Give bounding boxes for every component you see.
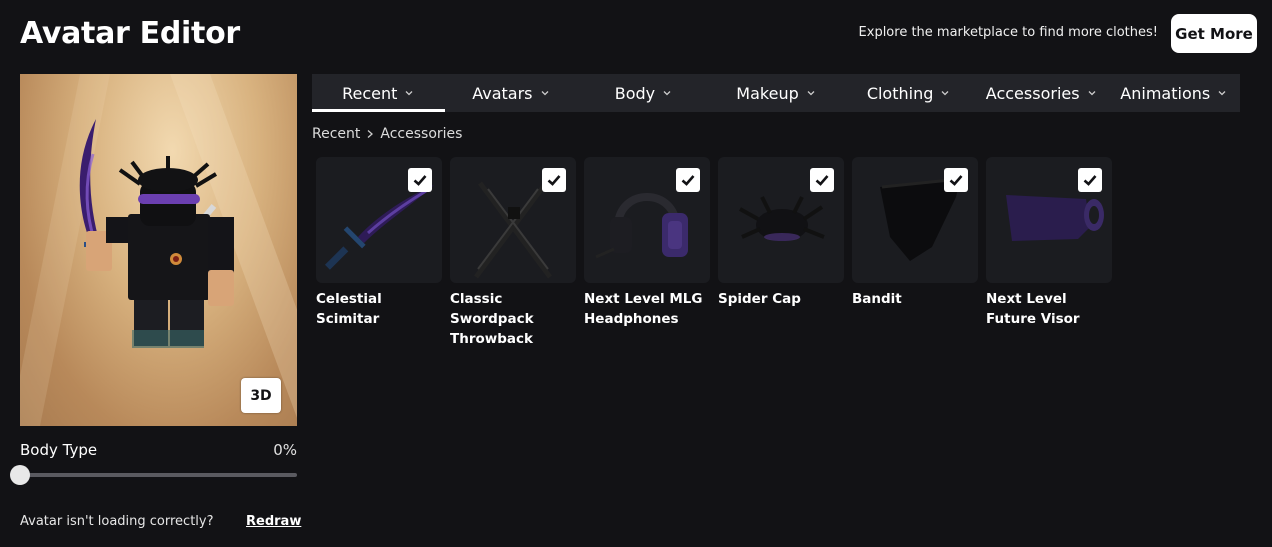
body-type-value: 0% (273, 441, 297, 459)
item-name: Celestial Scimitar (316, 291, 382, 327)
checkmark-icon (413, 175, 427, 186)
item-thumbnail[interactable] (316, 157, 442, 283)
tab-label: Makeup (736, 83, 799, 103)
get-more-button[interactable]: Get More (1171, 14, 1257, 53)
tab-body[interactable]: Body (577, 74, 710, 112)
breadcrumb-accessories: Accessories (380, 126, 463, 142)
body-type-slider-track[interactable] (20, 473, 297, 477)
loading-question: Avatar isn't loading correctly? (20, 514, 214, 529)
breadcrumb: Recent Accessories (312, 126, 462, 142)
tab-label: Animations (1120, 83, 1211, 103)
view-3d-button[interactable]: 3D (241, 378, 281, 413)
checkbox-checked[interactable] (408, 168, 432, 192)
chevron-down-icon (663, 91, 671, 96)
item-thumbnail[interactable] (450, 157, 576, 283)
item-name: Next Level Future Visor (986, 291, 1080, 327)
breadcrumb-recent[interactable]: Recent (312, 126, 360, 142)
avatar-preview (20, 74, 297, 426)
item-thumbnail[interactable] (852, 157, 978, 283)
chevron-down-icon (405, 91, 413, 96)
tab-label: Accessories (985, 83, 1080, 103)
item-card[interactable]: Next Level Future Visor (986, 157, 1114, 329)
chevron-down-icon (941, 91, 949, 96)
tab-accessories[interactable]: Accessories (975, 74, 1108, 112)
chevron-down-icon (541, 91, 548, 96)
item-thumbnail[interactable] (718, 157, 844, 283)
item-name: Next Level MLG Headphones (584, 291, 703, 327)
body-type-label: Body Type (20, 441, 98, 459)
tab-animations[interactable]: Animations (1107, 74, 1240, 112)
checkmark-icon (1083, 175, 1097, 186)
checkmark-icon (815, 175, 829, 186)
chevron-down-icon (1218, 91, 1226, 96)
redraw-link[interactable]: Redraw (246, 514, 301, 529)
tab-clothing[interactable]: Clothing (842, 74, 975, 112)
promo-text: Explore the marketplace to find more clo… (858, 25, 1158, 40)
avatar-illustration (20, 74, 297, 426)
checkmark-icon (547, 175, 561, 186)
checkmark-icon (949, 175, 963, 186)
tab-label: Avatars (472, 83, 533, 103)
item-thumbnail[interactable] (584, 157, 710, 283)
item-card[interactable]: Next Level MLG Headphones (584, 157, 712, 329)
item-name: Classic Swordpack Throwback (450, 291, 534, 347)
checkbox-checked[interactable] (676, 168, 700, 192)
tab-recent[interactable]: Recent (312, 74, 445, 112)
item-name: Spider Cap (718, 291, 801, 307)
checkbox-checked[interactable] (944, 168, 968, 192)
tab-avatars[interactable]: Avatars (445, 74, 578, 112)
item-card[interactable]: Classic Swordpack Throwback (450, 157, 578, 349)
page-title: Avatar Editor (20, 16, 240, 51)
item-card[interactable]: Spider Cap (718, 157, 846, 309)
checkmark-icon (681, 175, 695, 186)
tab-makeup[interactable]: Makeup (710, 74, 843, 112)
body-type-slider-thumb[interactable] (10, 465, 30, 485)
item-card[interactable]: Bandit (852, 157, 980, 309)
item-name: Bandit (852, 291, 902, 307)
tab-label: Body (614, 83, 656, 103)
tab-label: Recent (342, 83, 398, 103)
chevron-right-icon (367, 130, 374, 138)
chevron-down-icon (1088, 91, 1096, 96)
tab-label: Clothing (866, 83, 934, 103)
item-thumbnail[interactable] (986, 157, 1112, 283)
category-tabs: Recent Avatars Body Makeup Clothing Acce… (312, 74, 1240, 112)
chevron-down-icon (807, 91, 815, 96)
checkbox-checked[interactable] (542, 168, 566, 192)
item-card[interactable]: Celestial Scimitar (316, 157, 444, 329)
checkbox-checked[interactable] (1078, 168, 1102, 192)
checkbox-checked[interactable] (810, 168, 834, 192)
